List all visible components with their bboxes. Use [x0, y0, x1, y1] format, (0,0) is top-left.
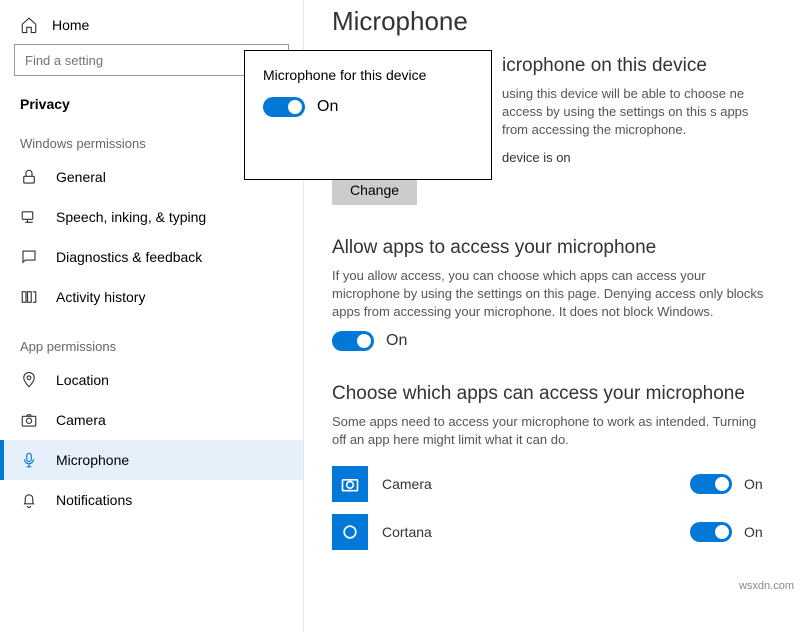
app-name: Cortana — [382, 524, 690, 540]
app-access-state: On — [386, 332, 407, 350]
group-app-permissions: App permissions — [0, 331, 303, 360]
camera-icon — [20, 411, 38, 429]
section-choose-apps-heading: Choose which apps can access your microp… — [332, 383, 772, 405]
nav-item-label: Activity history — [56, 289, 145, 305]
device-access-status: device is on — [502, 150, 772, 165]
app-access-toggle-row: On — [332, 331, 772, 351]
app-row-cortana: Cortana On — [332, 508, 772, 556]
section-device-access-heading: icrophone on this device — [502, 55, 772, 77]
app-icon-camera — [332, 466, 368, 502]
app-icon-cortana — [332, 514, 368, 550]
nav-item-notifications[interactable]: Notifications — [0, 480, 303, 520]
nav-item-label: Camera — [56, 412, 106, 428]
nav-item-label: Diagnostics & feedback — [56, 249, 202, 265]
nav-item-microphone[interactable]: Microphone — [0, 440, 303, 480]
microphone-icon — [20, 451, 38, 469]
device-microphone-popup: Microphone for this device On — [244, 50, 492, 180]
popup-state: On — [317, 98, 338, 116]
app-toggle-camera[interactable] — [690, 474, 732, 494]
section-app-access-heading: Allow apps to access your microphone — [332, 237, 772, 259]
nav-item-diagnostics[interactable]: Diagnostics & feedback — [0, 237, 303, 277]
section-app-access-desc: If you allow access, you can choose whic… — [332, 267, 772, 322]
nav-item-camera[interactable]: Camera — [0, 400, 303, 440]
nav-item-location[interactable]: Location — [0, 360, 303, 400]
app-state: On — [744, 476, 772, 492]
nav-item-label: Notifications — [56, 492, 132, 508]
section-device-access-desc: using this device will be able to choose… — [502, 85, 772, 140]
popup-toggle[interactable] — [263, 97, 305, 117]
app-toggle-cortana[interactable] — [690, 522, 732, 542]
feedback-icon — [20, 248, 38, 266]
popup-title: Microphone for this device — [263, 67, 473, 83]
nav-item-activity[interactable]: Activity history — [0, 277, 303, 317]
nav-item-speech[interactable]: Speech, inking, & typing — [0, 197, 303, 237]
watermark: wsxdn.com — [739, 580, 794, 592]
home-icon — [20, 16, 38, 34]
nav-item-label: Location — [56, 372, 109, 388]
page-title: Microphone — [332, 0, 772, 55]
app-state: On — [744, 524, 772, 540]
nav-item-label: Speech, inking, & typing — [56, 209, 206, 225]
bell-icon — [20, 491, 38, 509]
activity-icon — [20, 288, 38, 306]
nav-item-label: General — [56, 169, 106, 185]
nav-home-label: Home — [52, 17, 89, 33]
nav-item-label: Microphone — [56, 452, 129, 468]
lock-icon — [20, 168, 38, 186]
nav-home[interactable]: Home — [0, 12, 303, 44]
app-access-toggle[interactable] — [332, 331, 374, 351]
speech-icon — [20, 208, 38, 226]
app-name: Camera — [382, 476, 690, 492]
camera-icon — [340, 474, 360, 494]
location-icon — [20, 371, 38, 389]
section-choose-apps-desc: Some apps need to access your microphone… — [332, 413, 772, 449]
app-row-camera: Camera On — [332, 460, 772, 508]
cortana-icon — [340, 522, 360, 542]
popup-toggle-row: On — [263, 97, 473, 117]
